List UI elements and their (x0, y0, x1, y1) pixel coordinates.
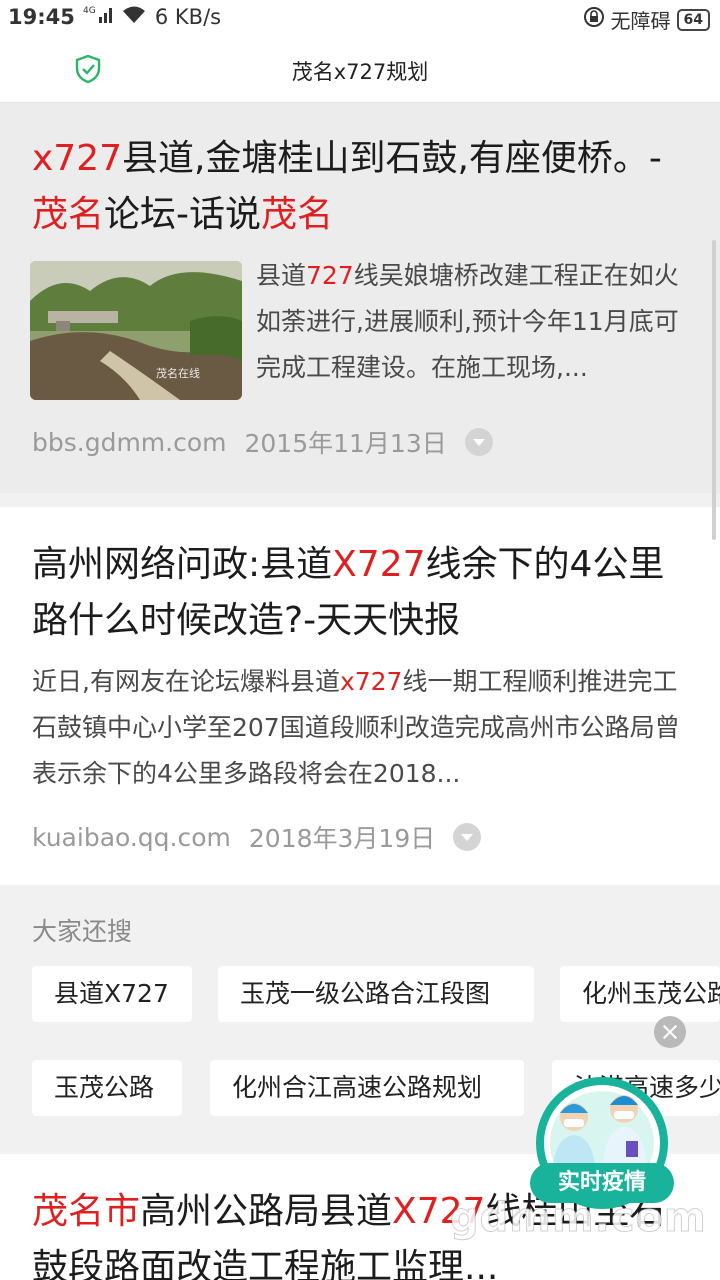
signal-icon: 4G (83, 4, 113, 29)
result-meta: kuaibao.qq.com 2018年3月19日 (32, 819, 482, 855)
result-source: kuaibao.qq.com (32, 822, 231, 852)
result-title[interactable]: 高州网络问政:县道X727线余下的4公里路什么时候改造?-天天快报 (32, 537, 690, 649)
epidemic-badge[interactable]: 实时疫情 (530, 1075, 680, 1215)
network-speed: 6 KB/s (154, 4, 222, 29)
status-bar: 19:45 4G 6 KB/s 无障碍 64 (0, 0, 720, 36)
thumbnail-watermark: 茂名在线 (156, 366, 200, 380)
site-watermark: gdmm.com (450, 1195, 707, 1242)
browser-header: 茂名x727规划 (0, 36, 720, 103)
result-meta: bbs.gdmm.com 2015年11月13日 (32, 424, 493, 460)
result-source: bbs.gdmm.com (32, 427, 227, 457)
accessibility-icon (583, 6, 605, 33)
close-icon[interactable] (654, 1016, 686, 1048)
result-snippet: 县道727线吴娘塘桥改建工程正在如火如荼进行,进展顺利,预计今年11月底可完成工… (256, 261, 679, 382)
clock: 19:45 (8, 4, 75, 29)
related-chip[interactable]: 化州合江高速公路规划 (210, 1060, 524, 1116)
related-chip[interactable]: 玉茂公路 (32, 1060, 182, 1116)
related-searches-title: 大家还搜 (32, 917, 133, 946)
battery-icon: 64 (676, 8, 710, 31)
result-date: 2018年3月19日 (248, 824, 436, 853)
page-title: 茂名x727规划 (291, 60, 429, 84)
related-chip[interactable]: 化州玉茂公路 (560, 966, 720, 1022)
chevron-down-icon[interactable] (453, 823, 482, 851)
search-result-2[interactable]: 高州网络问政:县道X727线余下的4公里路什么时候改造?-天天快报 近日,有网友… (0, 507, 720, 885)
related-chip[interactable]: 玉茂一级公路合江段图 (218, 966, 534, 1022)
accessibility-label: 无障碍 (610, 9, 671, 33)
result-snippet: 近日,有网友在论坛爆料县道x727线一期工程顺利推进完工石鼓镇中心小学至207国… (32, 667, 680, 788)
chevron-down-icon[interactable] (464, 428, 493, 456)
result-date: 2015年11月13日 (244, 429, 447, 458)
result-thumbnail[interactable]: 茂名在线 (30, 261, 242, 400)
scrollbar[interactable] (712, 240, 716, 540)
search-result-1[interactable]: x727县道,金塘桂山到石鼓,有座便桥。-茂名论坛-话说茂名 茂名在线 县道72… (0, 103, 720, 493)
wifi-icon (121, 4, 147, 29)
network-type: 4G (83, 6, 96, 16)
result-title[interactable]: x727县道,金塘桂山到石鼓,有座便桥。-茂名论坛-话说茂名 (32, 131, 690, 243)
related-chip[interactable]: 县道X727 (32, 966, 192, 1022)
